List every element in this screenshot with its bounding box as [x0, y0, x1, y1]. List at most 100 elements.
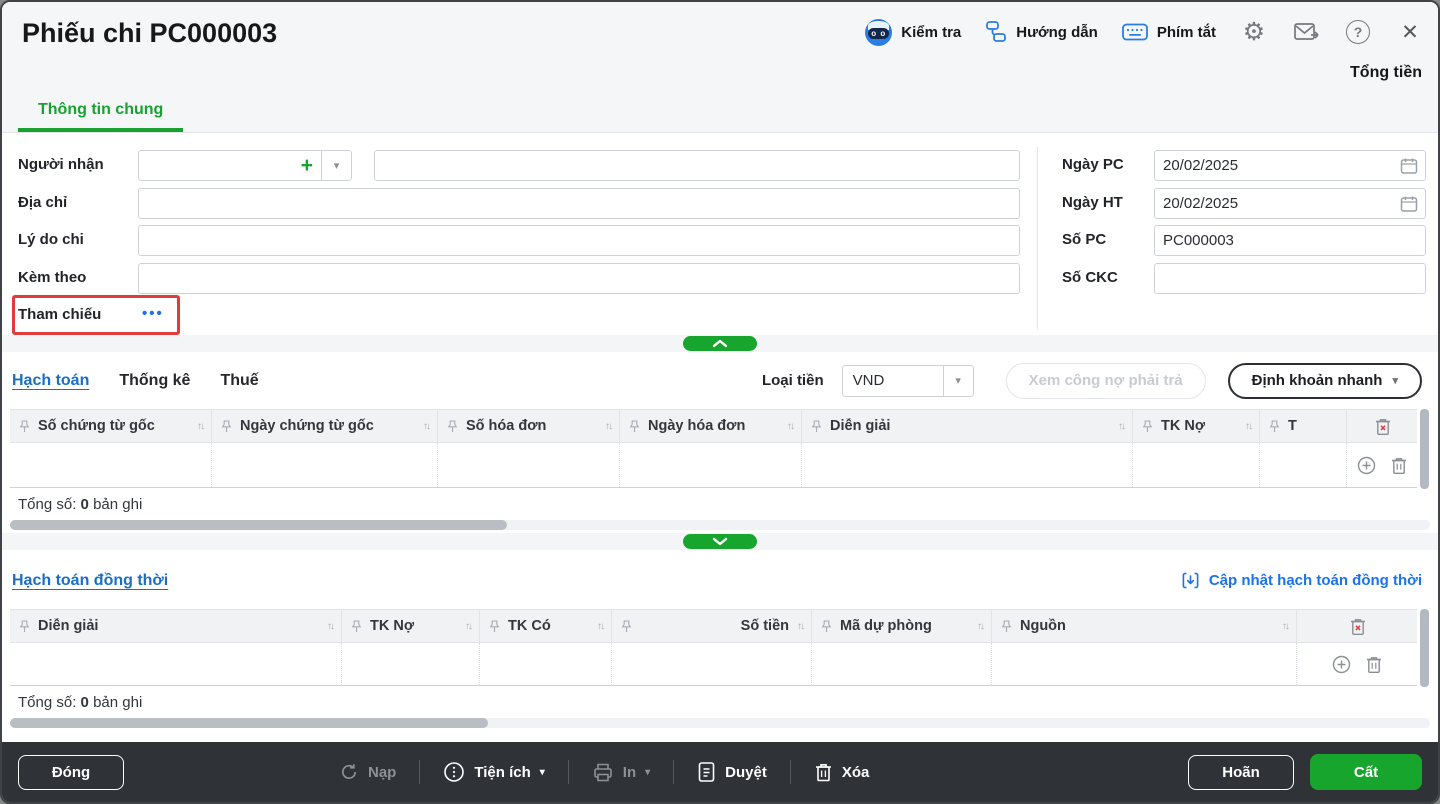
- sort-icon[interactable]: ↑↓: [327, 621, 335, 632]
- attachment-input[interactable]: [138, 263, 1020, 294]
- accounting-section: Hạch toán Thống kê Thuế Loại tiền VND ▾ …: [2, 352, 1438, 530]
- delete-row-icon[interactable]: [1365, 655, 1383, 674]
- shortcut-button[interactable]: Phím tắt: [1121, 23, 1216, 41]
- date-ht-input[interactable]: [1154, 188, 1426, 219]
- sort-icon[interactable]: ↑↓: [1245, 421, 1253, 432]
- postpone-button[interactable]: Hoãn: [1188, 754, 1294, 790]
- reason-input[interactable]: [138, 225, 1020, 256]
- no-ckc-input[interactable]: [1154, 263, 1426, 294]
- table-row[interactable]: [10, 643, 1417, 686]
- col-so-hoa-don[interactable]: Số hóa đơn ↑↓: [438, 410, 620, 442]
- currency-select[interactable]: VND ▾: [841, 364, 974, 397]
- add-receiver-icon[interactable]: +: [301, 155, 313, 176]
- date-pc-input[interactable]: [1154, 150, 1426, 181]
- address-input[interactable]: [138, 188, 1020, 219]
- collapse-strip-top: [2, 335, 1438, 352]
- caret-down-icon: ▾: [645, 766, 651, 778]
- horizontal-scrollbar-thumb[interactable]: [10, 718, 488, 728]
- horizontal-scrollbar-track[interactable]: [10, 520, 1430, 530]
- tab-thong-ke[interactable]: Thống kê: [119, 372, 190, 390]
- send-email-icon[interactable]: [1292, 18, 1320, 46]
- currency-label: Loại tiền: [761, 372, 824, 389]
- horizontal-scrollbar-thumb[interactable]: [10, 520, 507, 530]
- receiver-name-input[interactable]: [374, 150, 1020, 181]
- update-simultaneous-link[interactable]: Cập nhật hạch toán đồng thời: [1181, 570, 1422, 591]
- print-button[interactable]: In ▾: [592, 762, 650, 783]
- check-button[interactable]: Kiểm tra: [865, 18, 962, 46]
- sort-icon[interactable]: ↑↓: [977, 621, 985, 632]
- check-label: Kiểm tra: [901, 23, 962, 41]
- col-tk-no-2[interactable]: TK Nợ ↑↓: [342, 610, 480, 642]
- col-ngay-hoa-don[interactable]: Ngày hóa đơn ↑↓: [620, 410, 802, 442]
- date-pc-calendar-icon[interactable]: [1400, 157, 1418, 180]
- delete-all-rows-icon[interactable]: [1347, 410, 1417, 442]
- reload-button[interactable]: Nạp: [339, 762, 396, 782]
- tab-general-info[interactable]: Thông tin chung: [18, 101, 184, 132]
- sort-icon[interactable]: ↑↓: [787, 421, 795, 432]
- sort-icon[interactable]: ↑↓: [465, 621, 473, 632]
- collapse-strip-bottom: [2, 533, 1438, 550]
- receiver-dropdown-icon[interactable]: ▾: [321, 151, 351, 180]
- tab-thue[interactable]: Thuế: [220, 372, 258, 390]
- col-tk-no[interactable]: TK Nợ ↑↓: [1133, 410, 1260, 442]
- vertical-scrollbar[interactable]: [1420, 409, 1429, 489]
- delete-all-rows-icon[interactable]: [1297, 610, 1417, 642]
- horizontal-scrollbar-track[interactable]: [10, 718, 1430, 728]
- separator: [789, 760, 791, 784]
- col-ngay-chung-tu-goc[interactable]: Ngày chứng từ gốc ↑↓: [212, 410, 438, 442]
- close-button[interactable]: Đóng: [18, 754, 124, 790]
- sort-icon[interactable]: ↑↓: [1282, 621, 1290, 632]
- quick-entry-caret-icon: ▾: [1392, 375, 1398, 387]
- save-button[interactable]: Cất: [1310, 754, 1422, 790]
- currency-caret-icon[interactable]: ▾: [942, 365, 973, 396]
- settings-icon[interactable]: ⚙: [1240, 18, 1268, 46]
- help-icon[interactable]: ?: [1344, 18, 1372, 46]
- sort-icon[interactable]: ↑↓: [797, 621, 805, 632]
- collapse-down-button[interactable]: [683, 534, 757, 549]
- no-pc-label: Số PC: [1062, 231, 1107, 248]
- utilities-button[interactable]: Tiện ích ▾: [443, 761, 545, 783]
- accounting-controls: Loại tiền VND ▾ Xem công nợ phải trả Địn…: [761, 362, 1422, 399]
- sort-icon[interactable]: ↑↓: [197, 421, 205, 432]
- accounting-toolbar: Hạch toán Thống kê Thuế Loại tiền VND ▾ …: [2, 352, 1438, 409]
- sort-icon[interactable]: ↑↓: [597, 621, 605, 632]
- header: Phiếu chi PC000003 Kiểm tra Hướng dẫn Ph…: [2, 2, 1438, 133]
- vertical-scrollbar[interactable]: [1420, 609, 1429, 687]
- attachment-label: Kèm theo: [18, 269, 87, 286]
- guide-button[interactable]: Hướng dẫn: [985, 20, 1098, 44]
- receiver-combo[interactable]: + ▾: [138, 150, 352, 181]
- accounting-table: Số chứng từ gốc ↑↓ Ngày chứng từ gốc ↑↓ …: [10, 409, 1429, 489]
- quick-entry-button[interactable]: Định khoản nhanh ▾: [1227, 362, 1422, 399]
- view-debt-button[interactable]: Xem công nợ phải trả: [1005, 362, 1206, 399]
- accounting-total: Tổng số: 0 bản ghi: [18, 496, 143, 513]
- sort-icon[interactable]: ↑↓: [423, 421, 431, 432]
- reference-more-icon[interactable]: •••: [142, 305, 164, 322]
- col-dien-giai-2[interactable]: Diễn giải ↑↓: [10, 610, 342, 642]
- col-tk-co[interactable]: TK Có ↑↓: [480, 610, 612, 642]
- approve-button[interactable]: Duyệt: [697, 761, 767, 783]
- col-so-chung-tu-goc[interactable]: Số chứng từ gốc ↑↓: [10, 410, 212, 442]
- col-so-tien[interactable]: Số tiền ↑↓: [612, 610, 812, 642]
- add-row-icon[interactable]: [1357, 456, 1376, 475]
- col-nguon[interactable]: Nguồn ↑↓: [992, 610, 1297, 642]
- col-ma-du-phong[interactable]: Mã dự phòng ↑↓: [812, 610, 992, 642]
- separator: [673, 760, 675, 784]
- col-dien-giai[interactable]: Diễn giải ↑↓: [802, 410, 1133, 442]
- simultaneous-title-link[interactable]: Hạch toán đồng thời: [12, 572, 168, 590]
- tab-hach-toan[interactable]: Hạch toán: [12, 372, 89, 390]
- date-ht-calendar-icon[interactable]: [1400, 195, 1418, 218]
- simultaneous-section: Hạch toán đồng thời Cập nhật hạch toán đ…: [2, 550, 1438, 728]
- separator: [567, 760, 569, 784]
- add-row-icon[interactable]: [1332, 655, 1351, 674]
- close-icon[interactable]: ✕: [1396, 18, 1424, 46]
- table-row[interactable]: [10, 443, 1417, 488]
- delete-button[interactable]: Xóa: [814, 762, 869, 783]
- sort-icon[interactable]: ↑↓: [605, 421, 613, 432]
- separator: [419, 760, 421, 784]
- guide-icon: [985, 20, 1007, 44]
- collapse-up-button[interactable]: [683, 336, 757, 351]
- no-pc-input[interactable]: [1154, 225, 1426, 256]
- col-clipped[interactable]: T: [1260, 410, 1347, 442]
- sort-icon[interactable]: ↑↓: [1118, 421, 1126, 432]
- delete-row-icon[interactable]: [1390, 456, 1408, 475]
